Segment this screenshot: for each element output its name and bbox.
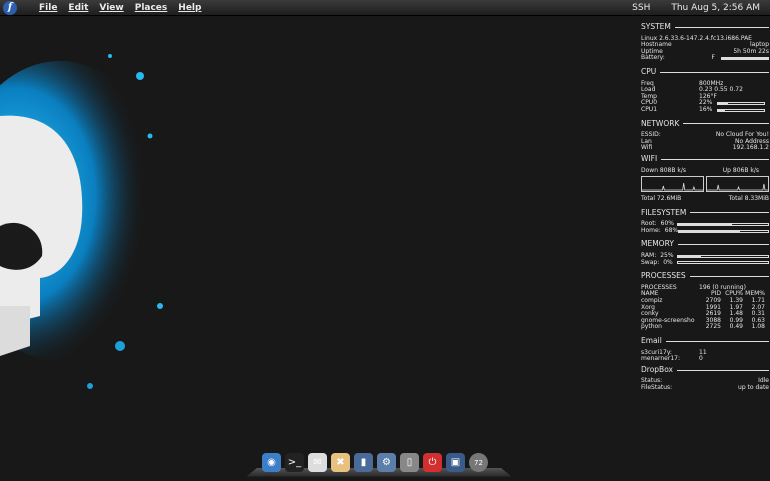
memory-header: MEMORY [641, 240, 769, 248]
home-bar [678, 229, 769, 233]
dropbox-header: DropBox [641, 366, 769, 374]
cpu1-value: 16% [699, 105, 713, 113]
process-row: python 2725 0.49 1.08 [641, 324, 769, 331]
wifi-down: Down 808B k/s [641, 166, 687, 174]
fedora-logo-icon[interactable]: f [3, 0, 17, 15]
wifi-up: Up 806B k/s [722, 166, 759, 174]
swap-label: Swap: [641, 258, 660, 266]
menu-file[interactable]: File [39, 3, 57, 13]
home-label: Home: [641, 226, 661, 234]
processes-header: PROCESSES [641, 272, 769, 280]
dropbox-filestatus-label: FileStatus: [641, 383, 673, 391]
process-name: python [641, 323, 662, 331]
swap-value: 0% [663, 258, 673, 266]
menu-places[interactable]: Places [135, 3, 168, 13]
menu-bar: File Edit View Places Help [39, 3, 212, 13]
downloads-icon[interactable]: ▮ [354, 453, 373, 472]
terminal-icon[interactable]: >_ [285, 453, 304, 472]
wifi-down-graph [641, 176, 704, 193]
wifi-value: 192.168.1.2 [732, 144, 769, 152]
menu-help[interactable]: Help [178, 3, 201, 13]
system-header: SYSTEM [641, 23, 769, 31]
dropbox-filestatus-value: up to date [738, 383, 769, 391]
wifi-up-graph [706, 176, 769, 193]
process-cell: 0.49 [729, 323, 743, 331]
filesystem-header: FILESYSTEM [641, 209, 769, 217]
chromium-icon[interactable]: ◉ [262, 453, 281, 472]
email-account-2-count: 0 [699, 355, 703, 363]
skull-wallpaper-art [0, 54, 170, 389]
wifi-total-up: Total 8.33MiB [728, 195, 769, 203]
top-panel: f File Edit View Places Help SSH Thu Aug… [0, 0, 770, 16]
uptime-value: 5h 50m 22s [733, 47, 769, 55]
cpu-header: CPU [641, 68, 769, 76]
battery-status: F [711, 54, 715, 62]
cpu1-label: CPU1 [641, 105, 658, 113]
email-account-2: menarner17: [641, 355, 680, 363]
process-row: Xorg 1991 1.97 2.07 [641, 304, 769, 312]
ram-bar [677, 254, 769, 258]
wifi-label: Wifi [641, 144, 653, 152]
conky-monitor: SYSTEM Linux 2.6.33.6-147.2.4.fc13.i686.… [641, 23, 769, 392]
cpu1-bar [717, 108, 765, 112]
battery-bar [721, 57, 769, 61]
email-header: Email [641, 337, 769, 345]
shutdown-icon[interactable]: ⏻ [423, 453, 442, 472]
system-settings-icon[interactable]: ⚙ [377, 453, 396, 472]
swap-bar [677, 261, 769, 265]
wifi-header: WIFI [641, 155, 769, 163]
battery-label: Battery: [641, 54, 665, 62]
root-bar [677, 223, 769, 227]
network-header: NETWORK [641, 119, 769, 128]
process-table: NAME PID CPU% MEM% compiz 2709 1.39 1.71 Xorg 199… [641, 291, 769, 331]
process-cell: 1.08 [751, 323, 765, 331]
dock: ◉ >_ ✉ ✖ ▮ ⚙ ▯ ⏻ ▣ 72 [246, 452, 512, 477]
clock[interactable]: Thu Aug 5, 2:56 AM [671, 3, 760, 13]
pidgin-icon[interactable]: ✖ [331, 453, 350, 472]
menu-edit[interactable]: Edit [68, 3, 88, 13]
weather-icon[interactable]: 72 [469, 453, 488, 472]
ssh-indicator[interactable]: SSH [632, 3, 650, 13]
wifi-total-down: Total 72.6MiB [641, 195, 682, 203]
process-row: compiz 2709 1.39 1.71 [641, 297, 769, 305]
cpu0-bar [717, 102, 765, 106]
dock-icons: ◉ >_ ✉ ✖ ▮ ⚙ ▯ ⏻ ▣ 72 [262, 453, 488, 472]
trash-icon[interactable]: ▯ [400, 453, 419, 472]
process-cell: 2725 [705, 323, 721, 331]
mail-icon[interactable]: ✉ [308, 453, 327, 472]
network-icon[interactable]: ▣ [446, 453, 465, 472]
menu-view[interactable]: View [99, 3, 123, 13]
home-value: 68% [664, 226, 679, 234]
